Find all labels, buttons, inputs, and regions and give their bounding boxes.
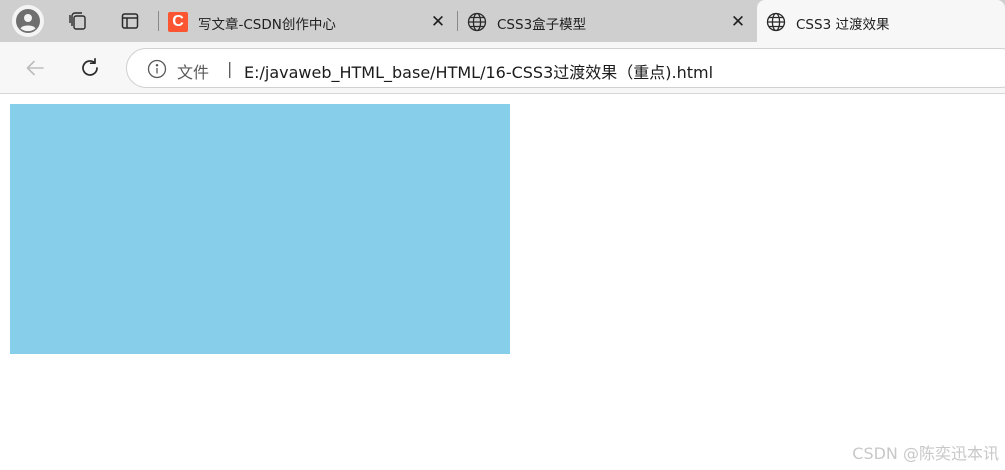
tab-title: 写文章-CSDN创作中心 xyxy=(198,17,336,33)
page-viewport: CSDN @陈奕迅本讯 xyxy=(0,95,1005,470)
tab-title: CSS3 过渡效果 xyxy=(796,17,890,33)
tab-strip: C 写文章-CSDN创作中心 ✕ CSS3盒子模型 ✕ CSS3 过渡效果 xyxy=(0,0,1005,42)
globe-icon xyxy=(766,12,786,32)
close-tab-icon[interactable]: ✕ xyxy=(728,12,748,32)
address-divider: | xyxy=(227,59,233,78)
file-scheme-label: 文件 xyxy=(177,63,210,82)
tab-title: CSS3盒子模型 xyxy=(497,17,587,33)
csdn-favicon-icon: C xyxy=(168,12,188,32)
csdn-watermark: CSDN @陈奕迅本讯 xyxy=(852,444,999,463)
site-info-icon[interactable] xyxy=(147,59,167,79)
address-bar[interactable]: 文件 | E:/javaweb_HTML_base/HTML/16-CSS3过渡… xyxy=(126,48,1005,88)
reload-icon[interactable] xyxy=(76,54,104,82)
collections-icon[interactable] xyxy=(64,8,92,34)
profile-avatar-icon[interactable] xyxy=(12,5,44,37)
tab-css3-box-model[interactable]: CSS3盒子模型 ✕ xyxy=(458,0,755,42)
transition-demo-box[interactable] xyxy=(10,104,510,354)
back-arrow-icon[interactable] xyxy=(21,54,49,82)
url-text[interactable]: E:/javaweb_HTML_base/HTML/16-CSS3过渡效果（重点… xyxy=(244,59,713,83)
tab-actions-menu-icon[interactable] xyxy=(116,8,144,34)
tab-csdn-editor[interactable]: C 写文章-CSDN创作中心 ✕ xyxy=(159,0,456,42)
close-tab-icon[interactable]: ✕ xyxy=(428,12,448,32)
globe-icon xyxy=(467,12,487,32)
tab-css3-transition-active[interactable]: CSS3 过渡效果 xyxy=(757,0,1005,42)
navigation-toolbar: 文件 | E:/javaweb_HTML_base/HTML/16-CSS3过渡… xyxy=(0,42,1005,94)
